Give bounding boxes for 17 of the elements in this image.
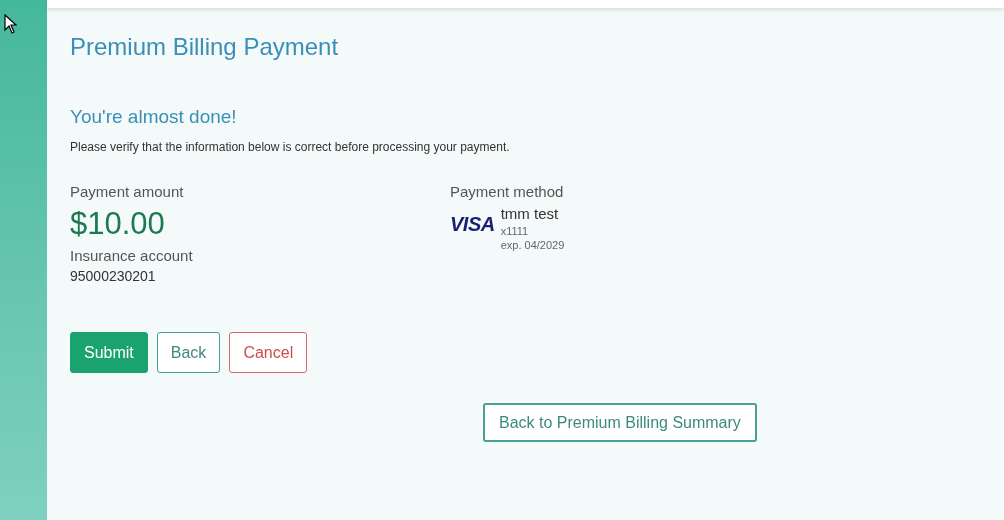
section-heading: You're almost done! [70,105,238,129]
cancel-button[interactable]: Cancel [229,332,308,373]
payment-amount: $10.00 [70,205,165,243]
instructions-text: Please verify that the information below is correct before processing your payment. [70,139,511,155]
card-number: x1111 [500,224,529,238]
card-brand-logo: VISA [450,214,495,234]
account-number: 95000230201 [70,267,156,286]
field-label: Insurance account [70,246,193,266]
field-label: Payment method [450,182,564,202]
page-title: Premium Billing Payment [70,33,340,61]
card-expiry: exp. 04/2029 [500,238,565,252]
submit-button[interactable]: Submit [70,332,148,373]
field-label: Payment amount [70,182,184,202]
card-name: tmm test [500,204,559,224]
back-button[interactable]: Back [156,332,221,373]
back-to-summary-button[interactable]: Back to Premium Billing Summary [483,403,757,442]
mouse-pointer-icon [4,14,17,34]
